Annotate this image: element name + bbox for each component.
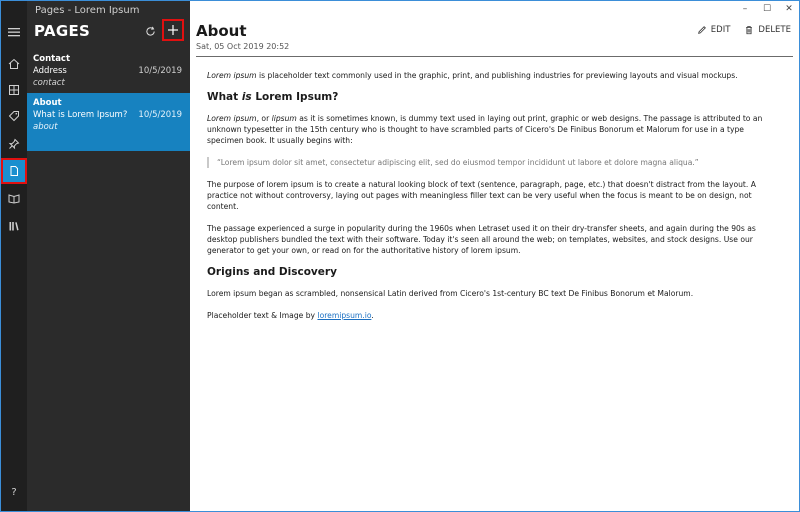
- credit-paragraph: Placeholder text & Image by loremipsum.i…: [207, 311, 374, 320]
- delete-label: DELETE: [758, 25, 791, 35]
- page-title: About: [196, 22, 247, 40]
- library-icon[interactable]: [1, 213, 27, 239]
- section-heading: Origins and Discovery: [207, 266, 337, 278]
- window-title: Pages - Lorem Ipsum: [35, 5, 140, 16]
- item-tag: about: [33, 122, 58, 132]
- page-body: Lorem ipsum is placeholder text commonly…: [207, 70, 777, 332]
- pencil-icon: [697, 26, 706, 34]
- home-icon[interactable]: [1, 51, 27, 77]
- close-button[interactable]: ✕: [783, 4, 795, 14]
- maximize-button[interactable]: ☐: [761, 4, 773, 14]
- intro-paragraph: Lorem ipsum is placeholder text commonly…: [207, 71, 738, 80]
- section-heading: What is Lorem Ipsum?: [207, 91, 339, 103]
- item-title: About: [33, 98, 62, 108]
- pin-icon[interactable]: [1, 131, 27, 157]
- body-paragraph: Lorem ipsum, or lipsum as it is sometime…: [207, 114, 763, 145]
- quote-block: “Lorem ipsum dolor sit amet, consectetur…: [207, 157, 777, 168]
- add-page-button[interactable]: [162, 19, 184, 41]
- pages-heading: PAGES: [34, 22, 91, 40]
- credit-link[interactable]: loremipsum.io: [317, 311, 371, 320]
- body-paragraph: The purpose of lorem ipsum is to create …: [207, 180, 756, 211]
- item-tag: contact: [33, 78, 65, 88]
- trash-icon: [746, 26, 753, 35]
- delete-button[interactable]: DELETE: [744, 25, 791, 35]
- list-item-selected[interactable]: About What is Lorem Ipsum? about 10/5/20…: [27, 93, 190, 151]
- body-paragraph: Lorem ipsum began as scrambled, nonsensi…: [207, 289, 694, 298]
- edit-button[interactable]: EDIT: [697, 25, 731, 35]
- edit-label: EDIT: [710, 25, 731, 35]
- window-controls: – ☐ ✕: [739, 4, 795, 14]
- refresh-icon[interactable]: [142, 23, 158, 39]
- help-icon[interactable]: ?: [1, 487, 27, 498]
- menu-icon[interactable]: [1, 19, 27, 45]
- page-actions: EDIT DELETE: [697, 25, 791, 35]
- page-date: Sat, 05 Oct 2019 20:52: [196, 42, 290, 51]
- tag-icon[interactable]: [1, 103, 27, 129]
- app-window: ? Pages - Lorem Ipsum PAGES Contact Addr…: [0, 0, 800, 512]
- item-date: 10/5/2019: [138, 66, 182, 76]
- title-divider: [196, 56, 793, 57]
- minimize-button[interactable]: –: [739, 4, 751, 14]
- page-icon[interactable]: [1, 158, 27, 184]
- item-date: 10/5/2019: [138, 110, 182, 120]
- read-icon[interactable]: [1, 185, 27, 211]
- item-title: Contact: [33, 54, 71, 64]
- nav-rail: ?: [1, 1, 27, 511]
- page-view: – ☐ ✕ About Sat, 05 Oct 2019 20:52 EDIT …: [190, 1, 799, 511]
- pages-panel: Pages - Lorem Ipsum PAGES Contact Addres…: [27, 1, 190, 511]
- body-paragraph: The passage experienced a surge in popul…: [207, 224, 756, 255]
- calculator-icon[interactable]: [1, 77, 27, 103]
